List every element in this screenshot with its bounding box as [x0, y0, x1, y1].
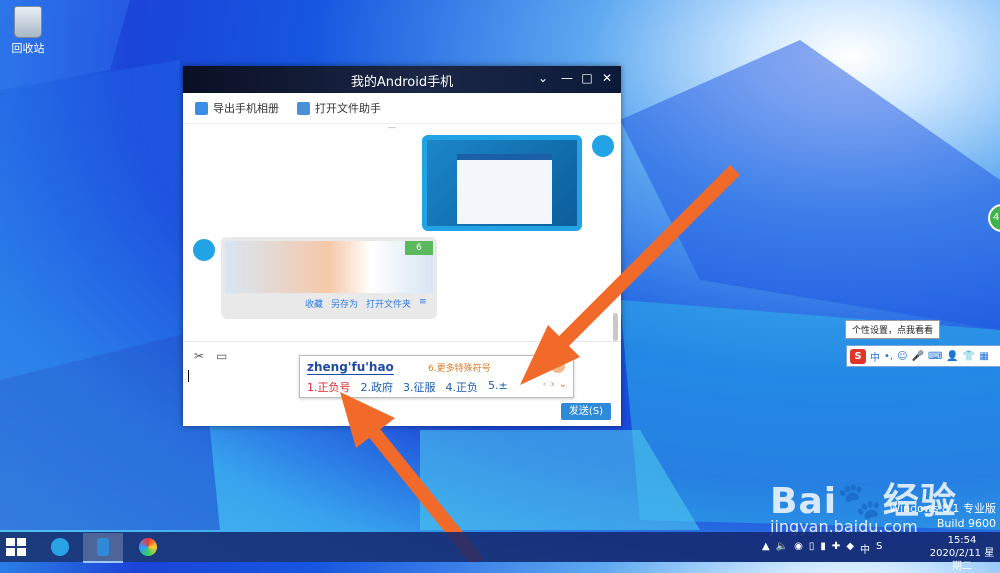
image-count-badge: 6 — [405, 241, 433, 255]
export-album-button[interactable]: 导出手机相册 — [195, 100, 279, 116]
chat-area[interactable]: — 6 收藏 另存为 打开文件夹 ≡ — [183, 123, 621, 341]
scissors-icon[interactable]: ✂ — [194, 350, 208, 362]
ime-candidate-3[interactable]: 3.征服 — [403, 379, 436, 395]
text-caret — [188, 370, 189, 382]
windows-edition: Windows 8.1 专业版 — [889, 502, 996, 515]
signal-icon[interactable]: ▮ — [820, 541, 826, 556]
prev-page-icon[interactable]: ‹ — [543, 379, 547, 390]
expand-icon[interactable]: ⌄ — [559, 379, 567, 390]
ime-candidate-2[interactable]: 2.政府 — [361, 379, 394, 395]
start-button[interactable] — [6, 538, 26, 556]
clock-time: 15:54 — [947, 535, 977, 546]
windows-build: Build 9600 — [936, 517, 996, 530]
security-icon[interactable]: ✚ — [832, 541, 840, 556]
tray-expand-icon[interactable]: ▲ — [762, 541, 770, 556]
system-tray: ▲ 🔈 ◉ ▯ ▮ ✚ ◆ 中 S — [762, 541, 882, 556]
sogou-logo-icon — [551, 359, 565, 373]
window-toolbar: 导出手机相册 打开文件助手 — [183, 93, 621, 124]
clock[interactable]: 15:54 2020/2/11 星期二 — [928, 534, 996, 573]
date-divider: — — [388, 123, 396, 132]
open-file-helper-button[interactable]: 打开文件助手 — [297, 100, 381, 116]
user-icon[interactable]: 👤 — [946, 351, 958, 362]
ime-candidate-window: zheng'fu'hao 6.更多特殊符号 1.正负号 2.政府 3.征服 4.… — [299, 355, 574, 398]
ime-page-nav: ‹ › ⌄ — [543, 379, 567, 390]
received-images-bubble: 6 收藏 另存为 打开文件夹 ≡ — [221, 237, 437, 319]
folder-icon[interactable]: ▭ — [216, 350, 230, 362]
ime-candidate-4[interactable]: 4.正负 — [446, 379, 479, 395]
menu-icon[interactable]: ≡ — [419, 297, 427, 310]
received-actions: 收藏 另存为 打开文件夹 ≡ — [305, 297, 427, 310]
side-float-badge[interactable]: 49 — [988, 204, 1000, 232]
save-as-link[interactable]: 另存为 — [331, 297, 358, 310]
photo-export-icon — [195, 101, 208, 115]
sent-image-bubble[interactable] — [422, 135, 582, 231]
network-icon[interactable]: ◆ — [846, 541, 854, 556]
punctuation-toggle[interactable]: •, — [884, 351, 893, 362]
send-button[interactable]: 发送(S) — [561, 403, 611, 420]
tray-lang[interactable]: 中 — [860, 541, 870, 556]
taskbar: ▲ 🔈 ◉ ▯ ▮ ✚ ◆ 中 S 15:54 2020/2/11 星期二 — [0, 532, 1000, 572]
clock-date: 2020/2/11 星期二 — [929, 548, 995, 572]
recycle-bin-label: 回收站 — [11, 42, 45, 55]
ime-composition: zheng'fu'hao — [307, 360, 394, 375]
open-folder-link[interactable]: 打开文件夹 — [366, 297, 411, 310]
ime-status-bar: S 中 •, ☺ 🎤 ⌨ 👤 👕 ▦ — [846, 345, 1000, 367]
maximize-button[interactable]: □ — [579, 70, 595, 86]
ime-candidate-5[interactable]: 5.± — [488, 379, 508, 395]
skin-shirt-icon[interactable]: 👕 — [963, 351, 975, 362]
ime-candidate-1[interactable]: 1.正负号 — [307, 379, 351, 395]
colorful-app-icon — [139, 538, 157, 556]
title-bar[interactable]: 我的Android手机 ⌄ — □ ✕ — [183, 66, 621, 93]
open-file-helper-label: 打开文件助手 — [315, 102, 381, 115]
phone-icon — [97, 538, 109, 556]
sent-screenshot-thumbnail[interactable] — [427, 140, 577, 226]
recycle-bin[interactable]: 回收站 — [8, 6, 48, 56]
phone-tray-icon[interactable]: ▯ — [809, 541, 815, 556]
close-button[interactable]: ✕ — [599, 70, 615, 86]
browser-icon — [51, 538, 69, 556]
pc-avatar — [590, 133, 616, 159]
keyboard-icon[interactable]: ⌨ — [928, 351, 942, 362]
chat-scrollbar[interactable] — [613, 313, 618, 341]
qq-icon[interactable]: ◉ — [794, 541, 803, 556]
microphone-icon[interactable]: 🎤 — [912, 351, 924, 362]
next-page-icon[interactable]: › — [551, 379, 555, 390]
emoji-icon[interactable]: ☺ — [897, 351, 907, 362]
chevron-down-icon[interactable]: ⌄ — [535, 70, 551, 86]
sogou-s-icon[interactable]: S — [850, 348, 866, 364]
ime-mode-toggle[interactable]: 中 — [870, 349, 880, 364]
export-album-label: 导出手机相册 — [213, 102, 279, 115]
phone-avatar — [191, 237, 217, 263]
favorite-link[interactable]: 收藏 — [305, 297, 323, 310]
taskbar-app-3[interactable] — [128, 533, 168, 561]
ime-more-symbols-hint[interactable]: 6.更多特殊符号 — [428, 361, 491, 374]
volume-icon[interactable]: 🔈 — [776, 541, 788, 556]
ime-candidates: 1.正负号 2.政府 3.征服 4.正负 5.± — [307, 379, 508, 395]
window-title: 我的Android手机 — [350, 75, 454, 90]
minimize-button[interactable]: — — [559, 70, 575, 86]
ime-tooltip: 个性设置，点我看看 — [845, 320, 941, 339]
recycle-bin-icon — [14, 6, 42, 38]
taskbar-phone-assistant[interactable] — [83, 533, 123, 563]
folder-icon — [297, 101, 310, 115]
received-image-thumbnails[interactable] — [225, 241, 433, 293]
taskbar-browser[interactable] — [40, 533, 80, 561]
toolbox-grid-icon[interactable]: ▦ — [979, 351, 988, 362]
sogou-tray-icon[interactable]: S — [876, 541, 882, 556]
